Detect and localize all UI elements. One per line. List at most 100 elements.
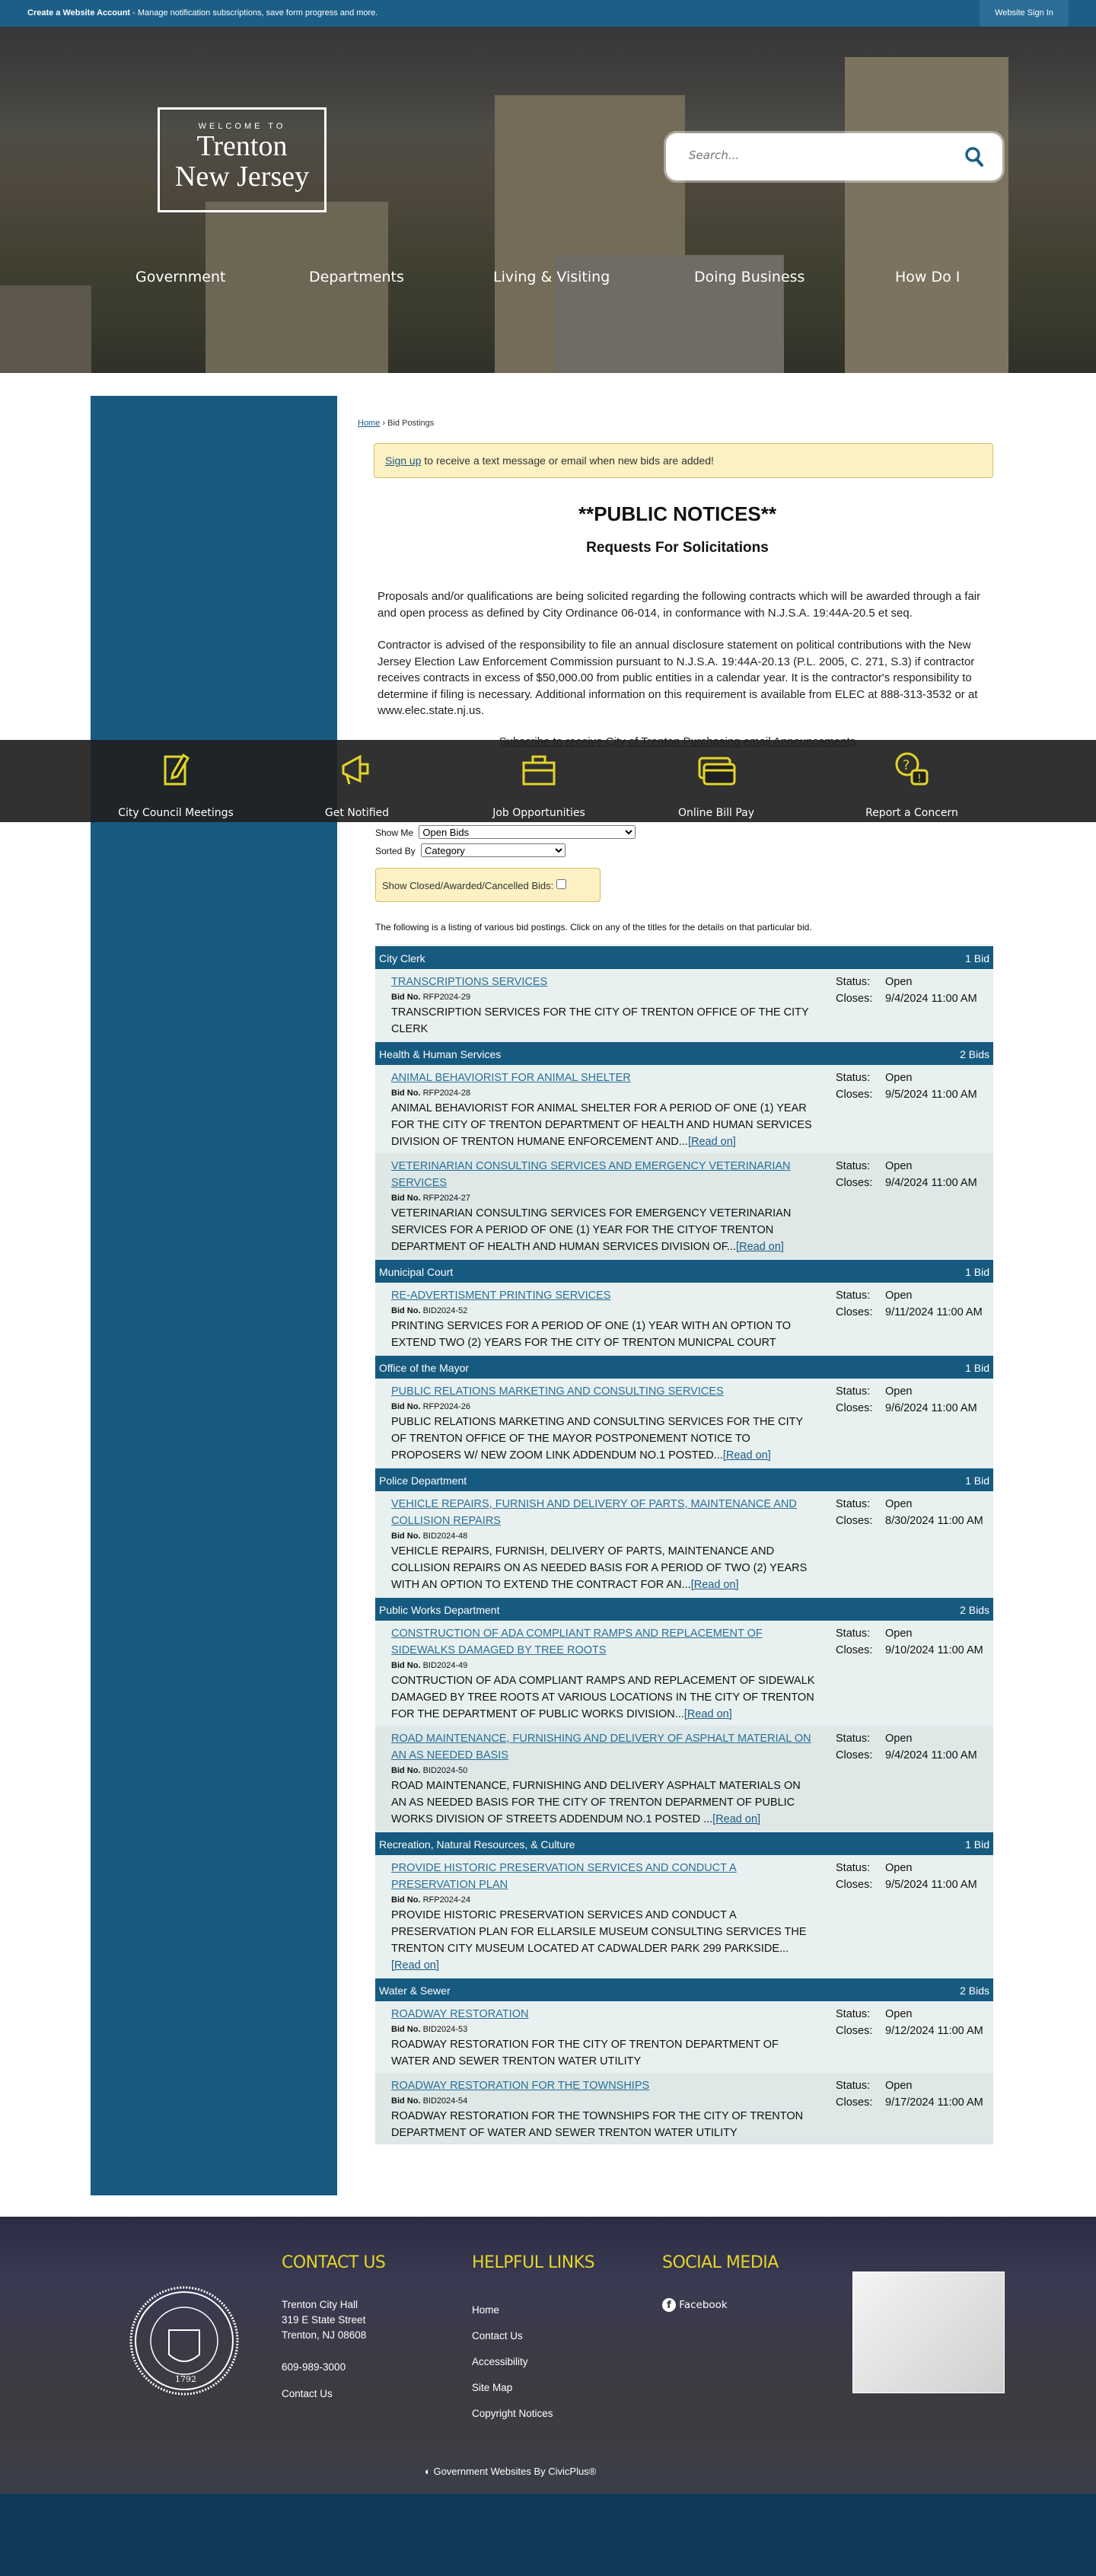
- bid-title-link[interactable]: ROAD MAINTENANCE, FURNISHING AND DELIVER…: [391, 1733, 811, 1761]
- city-hall-sketch-image: [852, 2272, 1005, 2393]
- quick-link-city-council[interactable]: City Council Meetings: [92, 740, 260, 819]
- hero-banner: WELCOME TO Trenton New Jersey Government…: [0, 27, 1096, 373]
- quick-link-label: Report a Concern: [865, 807, 958, 819]
- list-note: The following is a listing of various bi…: [375, 922, 812, 933]
- svg-text:1792: 1792: [175, 2374, 196, 2384]
- bid-title: CONSTRUCTION OF ADA COMPLIANT RAMPS AND …: [391, 1625, 817, 1659]
- bid-title: ROADWAY RESTORATION: [391, 2006, 817, 2023]
- search-input[interactable]: [689, 148, 940, 162]
- breadcrumb-home[interactable]: Home: [358, 419, 380, 428]
- bid-description-text: PRINTING SERVICES FOR A PERIOD OF ONE (1…: [391, 1320, 792, 1349]
- footer-link-site-map[interactable]: Site Map: [472, 2375, 553, 2401]
- category-count: 1 Bid: [965, 1475, 989, 1487]
- bid-title-link[interactable]: ROADWAY RESTORATION: [391, 2008, 528, 2020]
- closes-value: 9/5/2024 11:00 AM: [885, 1879, 977, 1891]
- footer-link-accessibility[interactable]: Accessibility: [472, 2349, 553, 2375]
- nav-doing-business[interactable]: Doing Business: [694, 269, 804, 285]
- bid-title-link[interactable]: TRANSCRIPTIONS SERVICES: [391, 976, 547, 988]
- quick-link-bill-pay[interactable]: Online Bill Pay: [632, 740, 800, 819]
- category-name: Water & Sewer: [379, 1985, 451, 1997]
- facebook-link[interactable]: f Facebook: [662, 2297, 728, 2313]
- social-media-heading: SOCIAL MEDIA: [662, 2253, 779, 2272]
- closes-value: 8/30/2024 11:00 AM: [885, 1515, 983, 1527]
- closes-label: Closes:: [836, 993, 873, 1005]
- logo-line2: New Jersey: [174, 161, 310, 193]
- bid-title: VETERINARIAN CONSULTING SERVICES AND EME…: [391, 1158, 817, 1191]
- nav-living-visiting[interactable]: Living & Visiting: [493, 269, 610, 285]
- bid-listing-section: Show Me Open Bids Sorted By Category Sho…: [358, 825, 997, 2144]
- facebook-label: Facebook: [679, 2299, 728, 2311]
- bid-title-link[interactable]: PUBLIC RELATIONS MARKETING AND CONSULTIN…: [391, 1385, 724, 1398]
- nav-departments[interactable]: Departments: [309, 269, 404, 285]
- read-on-link[interactable]: [Read on]: [723, 1449, 771, 1462]
- sign-up-link[interactable]: Sign up: [385, 454, 421, 467]
- create-account-label[interactable]: Create a Website Account: [27, 8, 130, 18]
- bid-title-link[interactable]: VETERINARIAN CONSULTING SERVICES AND EME…: [391, 1160, 791, 1189]
- read-on-link[interactable]: [Read on]: [736, 1241, 784, 1253]
- category-count: 2 Bids: [960, 1048, 989, 1060]
- contact-heading: CONTACT US: [282, 2253, 386, 2272]
- footer-link-copyright[interactable]: Copyright Notices: [472, 2401, 553, 2427]
- status-value: Open: [885, 1498, 913, 1510]
- create-account-link[interactable]: Create a Website Account - Manage notifi…: [27, 8, 378, 18]
- read-on-link[interactable]: [Read on]: [712, 1813, 760, 1825]
- quick-link-label: Online Bill Pay: [677, 807, 754, 819]
- bid-title: ROAD MAINTENANCE, FURNISHING AND DELIVER…: [391, 1730, 817, 1764]
- logo-line1: Trenton: [196, 130, 288, 162]
- bid-info: VETERINARIAN CONSULTING SERVICES AND EME…: [391, 1158, 817, 1255]
- status-label: Status:: [836, 1072, 871, 1084]
- bid-number: Bid No. RFP2024-24: [391, 1893, 817, 1907]
- category-count: 1 Bid: [965, 1838, 989, 1851]
- closes-value: 9/10/2024 11:00 AM: [885, 1644, 983, 1656]
- bid-title: PROVIDE HISTORIC PRESERVATION SERVICES A…: [391, 1860, 817, 1893]
- quick-link-report-concern[interactable]: ?! Report a Concern: [828, 740, 996, 819]
- category-header: Recreation, Natural Resources, & Culture…: [375, 1831, 993, 1855]
- read-on-link[interactable]: [Read on]: [691, 1579, 739, 1591]
- quick-link-jobs[interactable]: Job Opportunities: [455, 740, 623, 819]
- category-name: City Clerk: [379, 952, 425, 964]
- read-on-link[interactable]: [Read on]: [684, 1708, 732, 1720]
- quick-link-get-notified[interactable]: Get Notified: [273, 740, 441, 819]
- svg-text:!: !: [917, 773, 922, 785]
- sorted-by-select[interactable]: Category: [421, 843, 566, 857]
- bid-row: ROADWAY RESTORATION FOR THE TOWNSHIPS Bid…: [375, 2073, 993, 2144]
- nav-how-do-i[interactable]: How Do I: [895, 269, 960, 285]
- megaphone-icon: [342, 754, 369, 785]
- status-value: Open: [885, 1385, 913, 1398]
- bid-title-link[interactable]: CONSTRUCTION OF ADA COMPLIANT RAMPS AND …: [391, 1628, 763, 1656]
- status-label: Status:: [836, 1498, 871, 1510]
- category-header: Water & Sewer 2 Bids: [375, 1977, 993, 2001]
- credit-card-icon: [698, 757, 736, 786]
- read-on-link[interactable]: [Read on]: [688, 1136, 736, 1148]
- bid-number-label: Bid No.: [391, 2096, 421, 2106]
- bid-row: PUBLIC RELATIONS MARKETING AND CONSULTIN…: [375, 1379, 993, 1467]
- bid-row: ROAD MAINTENANCE, FURNISHING AND DELIVER…: [375, 1726, 993, 1831]
- civicplus-link[interactable]: ◐ Government Websites By CivicPlus®: [425, 2466, 596, 2477]
- alert-text: to receive a text message or email when …: [421, 454, 714, 467]
- bid-title-link[interactable]: RE-ADVERTISMENT PRINTING SERVICES: [391, 1290, 610, 1302]
- bid-title-link[interactable]: ROADWAY RESTORATION FOR THE TOWNSHIPS: [391, 2080, 649, 2092]
- read-on-link[interactable]: [Read on]: [391, 1959, 439, 1972]
- phone[interactable]: 609-989-3000: [282, 2360, 366, 2375]
- footer-link-contact[interactable]: Contact Us: [472, 2323, 553, 2349]
- closes-value: 9/17/2024 11:00 AM: [885, 2096, 983, 2109]
- category-header: Public Works Department 2 Bids: [375, 1596, 993, 1621]
- search-icon[interactable]: [963, 145, 986, 168]
- bid-number-value: RFP2024-24: [422, 1895, 470, 1905]
- bid-title-link[interactable]: ANIMAL BEHAVIORIST FOR ANIMAL SHELTER: [391, 1072, 631, 1084]
- show-me-label: Show Me: [375, 827, 414, 838]
- bid-status: Status: Open Closes: 9/11/2024 11:00 AM: [836, 1287, 983, 1351]
- footer-contact-link[interactable]: Contact Us: [282, 2386, 366, 2402]
- bid-description: ANIMAL BEHAVIORIST FOR ANIMAL SHELTER FO…: [391, 1100, 817, 1150]
- footer-link-home[interactable]: Home: [472, 2297, 553, 2323]
- site-logo[interactable]: WELCOME TO Trenton New Jersey: [158, 107, 327, 212]
- bid-title-link[interactable]: VEHICLE REPAIRS, FURNISH AND DELIVERY OF…: [391, 1498, 797, 1527]
- bid-title-link[interactable]: PROVIDE HISTORIC PRESERVATION SERVICES A…: [391, 1862, 737, 1891]
- bid-row: ANIMAL BEHAVIORIST FOR ANIMAL SHELTER Bid…: [375, 1065, 993, 1153]
- closes-row: Closes: 8/30/2024 11:00 AM: [836, 1513, 983, 1529]
- bid-number-label: Bid No.: [391, 1766, 421, 1775]
- show-me-select[interactable]: Open Bids: [419, 825, 636, 839]
- show-closed-checkbox[interactable]: [556, 879, 566, 889]
- website-sign-in-button[interactable]: Website Sign In: [980, 0, 1069, 27]
- nav-government[interactable]: Government: [135, 269, 226, 285]
